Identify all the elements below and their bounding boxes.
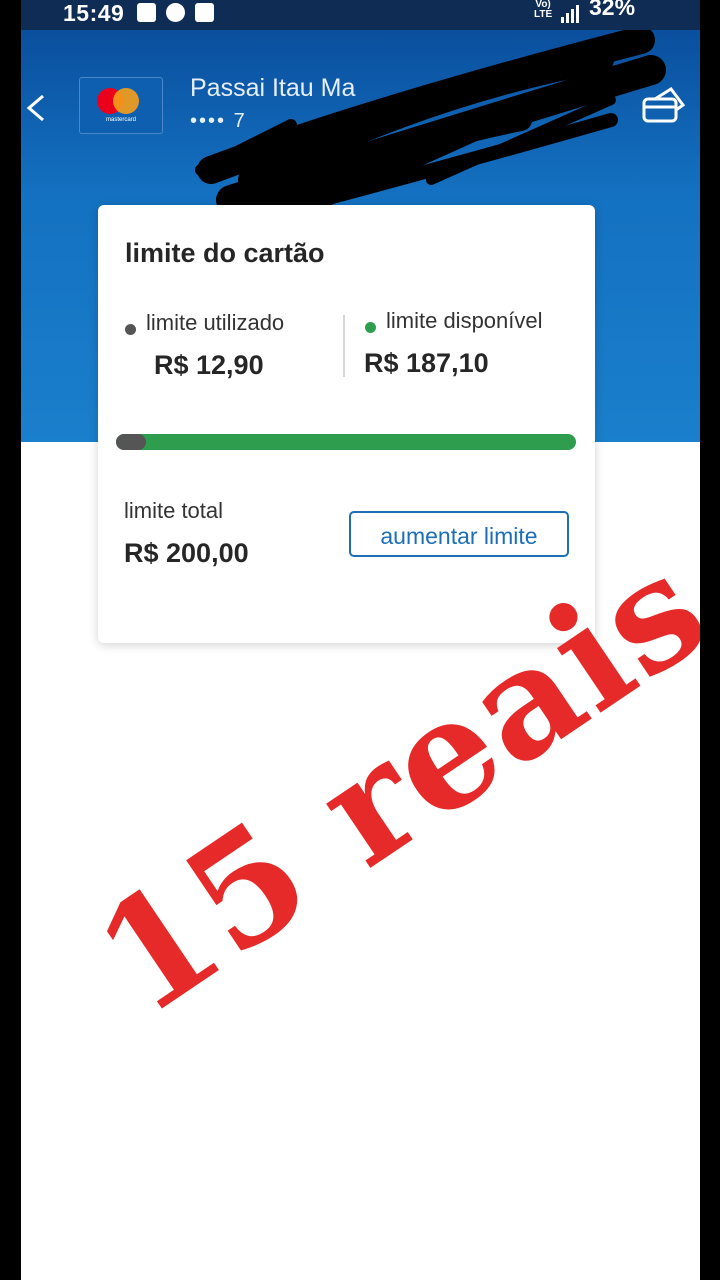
status-bar: 15:49 Vo) LTE 32%: [21, 0, 700, 30]
used-limit-value: R$ 12,90: [154, 350, 264, 380]
available-limit-value: R$ 187,10: [364, 348, 489, 378]
limit-divider: [343, 315, 345, 377]
mastercard-logo: mastercard: [79, 77, 163, 134]
status-time: 15:49: [63, 0, 125, 26]
mastercard-wordmark: mastercard: [105, 117, 136, 123]
card-limit-title: limite do cartão: [125, 238, 325, 268]
signal-icon: [561, 5, 581, 23]
chat-notification-icon: [166, 3, 185, 22]
phone-screen: 15:49 Vo) LTE 32% mastercard Passai Itau …: [21, 0, 700, 1280]
increase-limit-button[interactable]: aumentar limite: [349, 511, 569, 557]
network-type-label: Vo) LTE: [534, 0, 553, 20]
total-limit-value: R$ 200,00: [124, 538, 249, 568]
limit-card: limite do cartão limite utilizado R$ 12,…: [98, 205, 595, 643]
used-limit-dot: [125, 324, 136, 335]
check-notification-icon: [195, 3, 214, 22]
right-border: [700, 0, 720, 1280]
available-limit-label: limite disponível: [386, 308, 543, 333]
used-limit-label: limite utilizado: [146, 310, 285, 335]
battery-percentage: 32%: [589, 0, 636, 20]
total-limit-label: limite total: [124, 498, 224, 523]
limit-usage-bar: [116, 434, 576, 450]
mastercard-orange-circle: [113, 88, 139, 114]
available-limit-dot: [365, 322, 376, 333]
limit-usage-fill: [116, 434, 146, 450]
back-arrow-icon[interactable]: [23, 88, 53, 128]
gallery-notification-icon: [137, 3, 156, 22]
